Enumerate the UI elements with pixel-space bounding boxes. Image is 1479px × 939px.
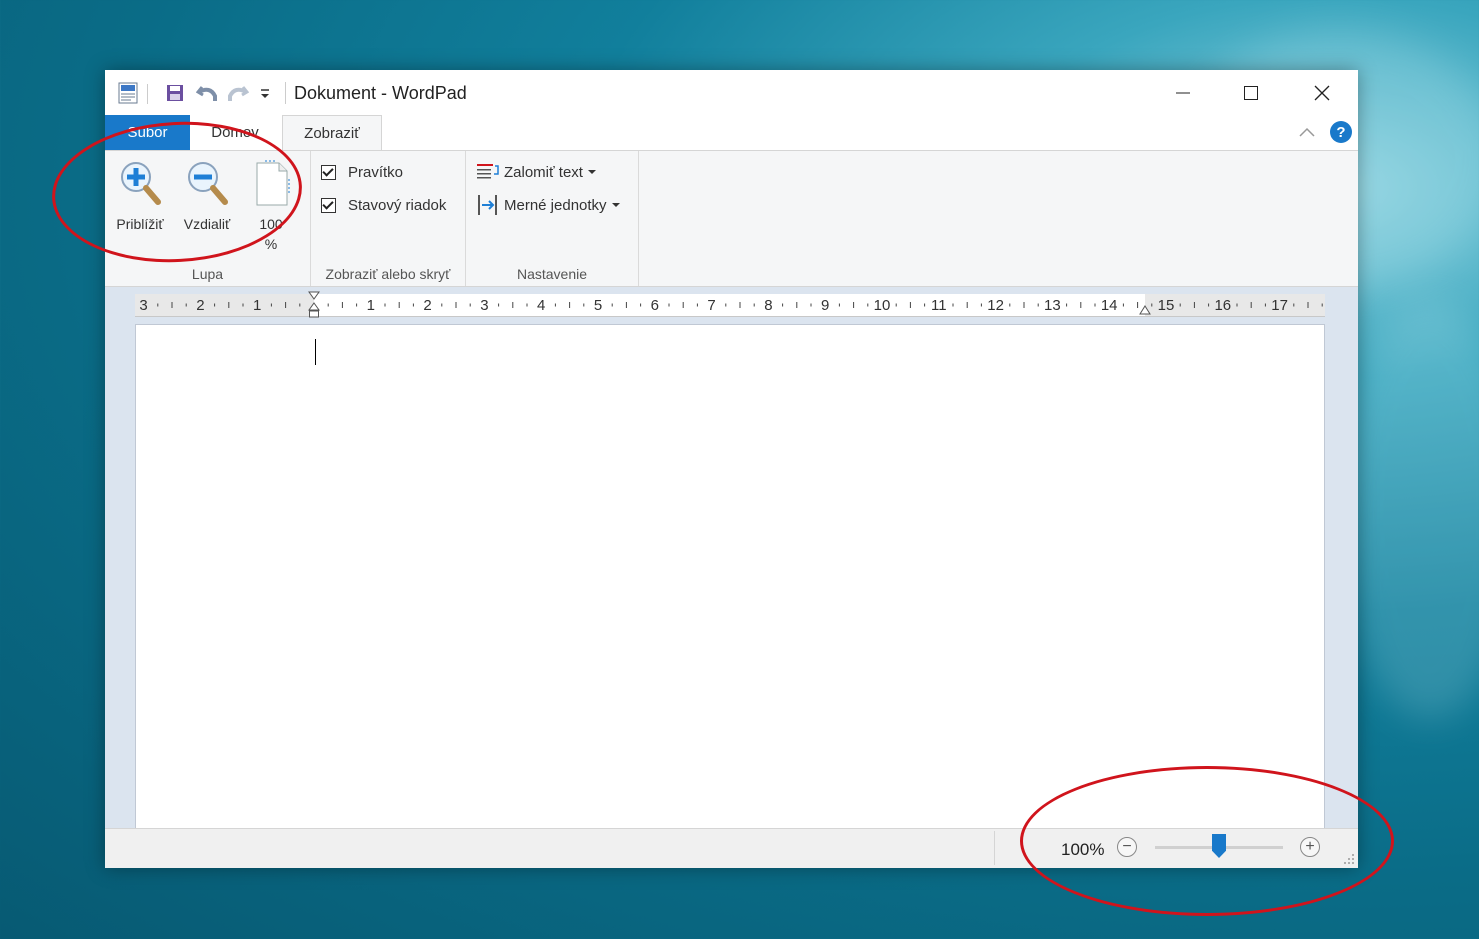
measurement-units-label: Merné jednotky: [504, 196, 607, 214]
ruler-checkbox-box[interactable]: [321, 165, 336, 180]
statusbar-checkbox-label: Stavový riadok: [348, 197, 447, 214]
settings-group: Zalomiť text Merné jednotky Nastavenie: [466, 151, 639, 286]
indent-marker-icon[interactable]: [308, 291, 320, 319]
save-icon[interactable]: [165, 80, 185, 106]
ruler-checkbox-label: Pravítko: [348, 164, 404, 181]
ruler-tick-label: 16: [1214, 297, 1231, 314]
help-icon[interactable]: ?: [1330, 121, 1352, 143]
undo-icon[interactable]: [196, 80, 218, 106]
ruler-tick-label: 3: [480, 297, 488, 314]
statusbar-checkbox-box[interactable]: [321, 198, 336, 213]
ruler-tick-label: 13: [1044, 297, 1061, 314]
ruler-tick-label: 12: [987, 297, 1004, 314]
window-title: Dokument - WordPad: [294, 83, 467, 103]
show-hide-group-label: Zobraziť alebo skryť: [325, 266, 451, 282]
ruler[interactable]: 3 2 1 1 2 3 4 5 6 7 8 9 10 11 12 13 14 15 16 17: [135, 291, 1325, 319]
background-highlight: [1340, 300, 1479, 720]
document-page[interactable]: [135, 324, 1325, 828]
qat-dropdown-icon[interactable]: [259, 80, 271, 106]
statusbar-separator: [994, 831, 995, 865]
minimize-button[interactable]: [1148, 70, 1218, 115]
text-cursor: [315, 339, 316, 365]
ruler-tick-label: 7: [707, 297, 715, 314]
measurement-units-icon: [478, 195, 497, 215]
ruler-tick-label: 17: [1271, 297, 1288, 314]
title-bar: Dokument - WordPad: [105, 70, 1358, 115]
ruler-tick-label: 10: [874, 297, 891, 314]
ruler-tick-label: 8: [764, 297, 772, 314]
ruler-tick-label: 2: [196, 297, 204, 314]
ruler-tick-label: 14: [1101, 297, 1118, 314]
chevron-down-icon: [611, 203, 620, 207]
maximize-button[interactable]: [1216, 70, 1286, 115]
ruler-tick-label: 9: [821, 297, 829, 314]
document-area: 3 2 1 1 2 3 4 5 6 7 8 9 10 11 12 13 14 15 16 17: [105, 287, 1358, 828]
right-indent-marker-icon[interactable]: [1139, 304, 1151, 316]
word-wrap-button[interactable]: Zalomiť text: [476, 162, 596, 182]
annotation-circle-zoom-slider: [1020, 766, 1394, 916]
word-wrap-icon: [477, 164, 499, 179]
ruler-tick-label: 3: [139, 297, 147, 314]
zoom-group-label: Lupa: [191, 266, 224, 282]
ruler-tick-label: 6: [651, 297, 659, 314]
word-wrap-label: Zalomiť text: [504, 163, 583, 181]
statusbar-checkbox[interactable]: Stavový riadok: [321, 197, 446, 214]
app-icon[interactable]: [117, 80, 139, 106]
tab-view[interactable]: Zobraziť: [282, 115, 382, 151]
qat-separator: [147, 84, 148, 104]
chevron-down-icon: [587, 170, 596, 174]
ruler-tick-label: 1: [253, 297, 261, 314]
title-separator: [285, 82, 286, 104]
show-hide-group: Pravítko Stavový riadok Zobraziť alebo s…: [311, 151, 466, 286]
ruler-tick-label: 4: [537, 297, 545, 314]
ruler-tick-label: 1: [367, 297, 375, 314]
ruler-checkbox[interactable]: Pravítko: [321, 164, 403, 181]
redo-icon[interactable]: [227, 80, 249, 106]
collapse-ribbon-icon[interactable]: [1299, 125, 1315, 143]
ruler-tick-label: 15: [1158, 297, 1175, 314]
measurement-units-button[interactable]: Merné jednotky: [476, 194, 620, 216]
settings-group-label: Nastavenie: [516, 266, 588, 282]
ruler-tick-label: 2: [423, 297, 431, 314]
ribbon-tabs: Súbor Domov Zobraziť ?: [105, 115, 1358, 151]
ruler-tick-label: 5: [594, 297, 602, 314]
ruler-tick-label: 11: [931, 297, 947, 314]
close-button[interactable]: [1287, 70, 1357, 115]
